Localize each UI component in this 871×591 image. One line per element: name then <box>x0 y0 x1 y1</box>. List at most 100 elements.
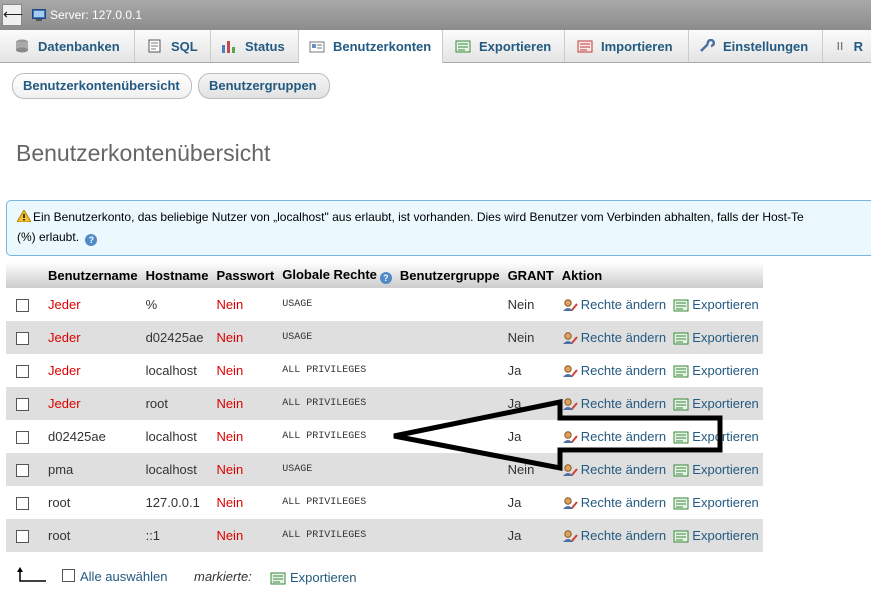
username-cell: Jeder <box>44 387 142 420</box>
row-checkbox[interactable] <box>16 431 29 445</box>
header-passwort[interactable]: Passwort <box>212 262 279 288</box>
tab-label: SQL <box>171 38 198 54</box>
action-cell: Rechte ändern Exportieren <box>557 519 763 552</box>
sql-icon <box>148 39 161 53</box>
edit-privileges-link[interactable]: Rechte ändern <box>562 297 666 312</box>
username-cell: root <box>44 486 142 519</box>
username-cell: root <box>44 519 142 552</box>
username-cell: Jeder <box>44 321 142 354</box>
header-hostname[interactable]: Hostname <box>141 262 213 288</box>
export-icon <box>270 572 286 585</box>
wrench-icon <box>700 39 715 52</box>
edit-privileges-icon <box>562 497 578 509</box>
row-checkbox[interactable] <box>16 365 29 379</box>
export-icon <box>673 299 689 312</box>
tab-einstellungen[interactable]: Einstellungen <box>689 30 823 62</box>
user-group-cell <box>395 288 504 321</box>
help-icon[interactable]: ? <box>379 271 392 284</box>
subtab-benutzergruppen[interactable]: Benutzergruppen <box>198 73 330 99</box>
edit-privileges-link[interactable]: Rechte ändern <box>562 396 666 411</box>
edit-privileges-label: Rechte ändern <box>580 495 667 510</box>
edit-privileges-label: Rechte ändern <box>580 330 667 345</box>
header-globale-rechte[interactable]: Globale Rechte? <box>278 262 396 288</box>
export-user-link[interactable]: Exportieren <box>673 528 759 543</box>
tab-datenbanken[interactable]: Datenbanken <box>0 30 135 62</box>
global-privileges-cell: ALL PRIVILEGES <box>278 486 396 519</box>
export-icon <box>673 365 689 378</box>
header-benutzername[interactable]: Benutzername <box>44 262 142 288</box>
row-checkbox-cell <box>6 321 44 354</box>
header-benutzergruppe[interactable]: Benutzergruppe <box>395 262 504 288</box>
edit-privileges-link[interactable]: Rechte ändern <box>562 462 666 477</box>
action-cell: Rechte ändern Exportieren <box>557 486 763 519</box>
table-row[interactable]: Jeder localhost Nein ALL PRIVILEGES Ja Rechte… <box>6 354 763 387</box>
edit-privileges-link[interactable]: Rechte ändern <box>562 429 666 444</box>
replication-icon <box>837 42 843 50</box>
user-accounts-icon <box>309 41 325 52</box>
select-all-label[interactable]: Alle auswählen <box>80 569 167 584</box>
grant-cell: Ja <box>503 486 558 519</box>
user-group-cell <box>395 420 504 453</box>
edit-privileges-icon <box>562 431 578 443</box>
export-user-link[interactable]: Exportieren <box>673 297 759 312</box>
export-selected-button[interactable]: Exportieren <box>290 570 356 585</box>
status-chart-icon <box>222 41 235 53</box>
row-checkbox[interactable] <box>16 497 29 511</box>
subtab-benutzerkontenuebersicht[interactable]: Benutzerkontenübersicht <box>12 73 192 99</box>
page-title: Benutzerkontenübersicht <box>16 140 271 166</box>
table-row[interactable]: Jeder% Nein USAGE Nein Rechte ändern Exporti… <box>6 288 763 321</box>
export-user-link[interactable]: Exportieren <box>673 330 759 345</box>
notice-text-line1: Ein Benutzerkonto, das beliebige Nutzer … <box>33 210 804 224</box>
global-privileges-cell: ALL PRIVILEGES <box>278 519 396 552</box>
edit-privileges-link[interactable]: Rechte ändern <box>562 363 666 378</box>
database-icon <box>16 39 28 53</box>
edit-privileges-link[interactable]: Rechte ändern <box>562 330 666 345</box>
tab-label: Status <box>245 38 285 54</box>
username-cell: Jeder <box>44 354 142 387</box>
main-tabs: Datenbanken SQL Status Benutzerkonten Ex… <box>0 30 871 63</box>
table-footer: Alle auswählen markierte: Exportieren <box>0 563 871 591</box>
hostname-cell: localhost <box>141 354 213 387</box>
tab-label: Datenbanken <box>38 38 120 54</box>
row-checkbox[interactable] <box>16 464 29 478</box>
global-privileges-cell: USAGE <box>278 321 396 354</box>
tab-benutzerkonten[interactable]: Benutzerkonten <box>299 30 443 63</box>
server-icon <box>32 9 46 21</box>
tab-importieren[interactable]: Importieren <box>565 30 689 62</box>
back-arrow-button[interactable]: ⟵ <box>2 4 23 26</box>
password-cell: Nein <box>212 420 279 453</box>
export-user-link[interactable]: Exportieren <box>673 429 759 444</box>
action-cell: Rechte ändern Exportieren <box>557 354 763 387</box>
table-row[interactable]: Jeder root Nein ALL PRIVILEGES Ja Rechte ände… <box>6 387 763 420</box>
table-row[interactable]: root 127.0.0.1 Nein ALL PRIVILEGES Ja Rechte … <box>6 486 763 519</box>
table-row[interactable]: pma localhost Nein USAGE Nein Rechte ändern E… <box>6 453 763 486</box>
tab-exportieren[interactable]: Exportieren <box>443 30 565 62</box>
tab-status[interactable]: Status <box>211 30 299 62</box>
password-cell: Nein <box>212 453 279 486</box>
edit-privileges-link[interactable]: Rechte ändern <box>562 528 666 543</box>
table-row[interactable]: root::1 Nein ALL PRIVILEGES Ja Rechte ändern… <box>6 519 763 552</box>
edit-privileges-label: Rechte ändern <box>580 396 667 411</box>
table-row[interactable]: d02425ae localhost Nein ALL PRIVILEGES Ja Rec… <box>6 420 763 453</box>
row-checkbox[interactable] <box>16 332 29 346</box>
help-icon[interactable]: ? <box>85 234 98 246</box>
export-user-link[interactable]: Exportieren <box>673 462 759 477</box>
export-user-link[interactable]: Exportieren <box>673 396 759 411</box>
user-group-cell <box>395 387 504 420</box>
row-checkbox[interactable] <box>16 398 29 412</box>
username-cell: d02425ae <box>44 420 142 453</box>
edit-privileges-link[interactable]: Rechte ändern <box>562 495 666 510</box>
row-checkbox[interactable] <box>16 530 29 544</box>
row-checkbox[interactable] <box>16 299 29 313</box>
export-user-link[interactable]: Exportieren <box>673 363 759 378</box>
user-group-cell <box>395 486 504 519</box>
select-all-checkbox[interactable] <box>62 569 75 582</box>
export-user-link[interactable]: Exportieren <box>673 495 759 510</box>
header-aktion: Aktion <box>557 262 763 288</box>
tab-replication[interactable]: R <box>823 30 871 62</box>
tab-sql[interactable]: SQL <box>135 30 211 62</box>
header-label: Globale Rechte <box>282 266 377 282</box>
header-grant[interactable]: GRANT <box>503 262 558 288</box>
grant-cell: Ja <box>503 519 558 552</box>
table-row[interactable]: Jeder d02425ae Nein USAGE Nein Rechte ändern … <box>6 321 763 354</box>
